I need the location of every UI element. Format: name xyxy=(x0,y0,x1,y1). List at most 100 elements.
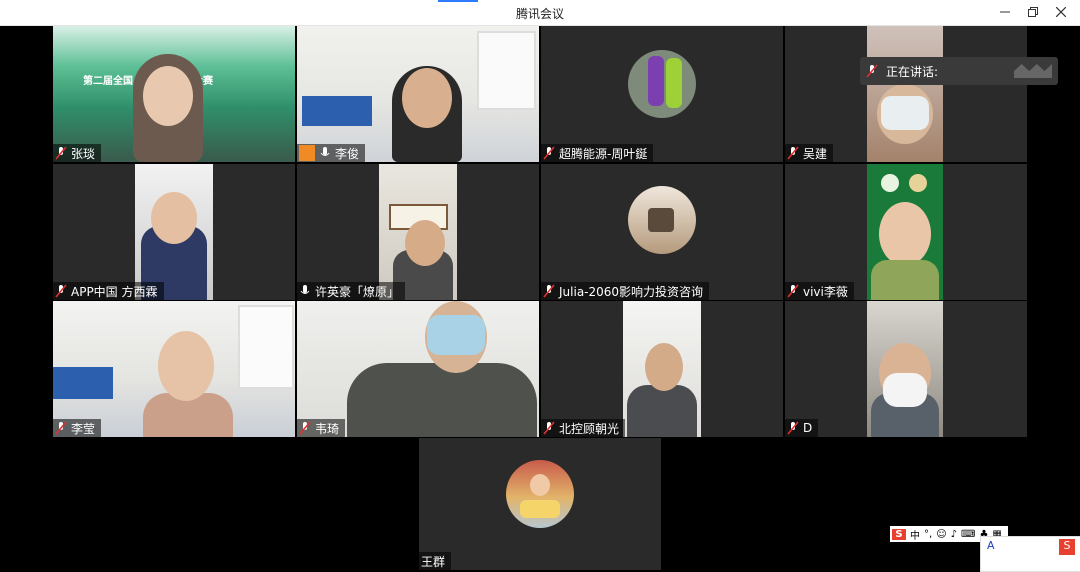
participant-name: 北控顾朝光 xyxy=(559,421,620,436)
window-controls xyxy=(996,3,1070,21)
participant-tile[interactable]: APP中国 方西霖 xyxy=(53,164,295,300)
mic-muted-icon xyxy=(55,284,67,298)
ime-logo: S xyxy=(892,528,906,540)
person-face xyxy=(402,68,452,128)
ime-input-box[interactable]: A S xyxy=(980,536,1080,572)
participant-name: D xyxy=(803,421,813,435)
participant-tile[interactable]: 许英豪「燎原」 xyxy=(297,164,539,300)
participant-name: 超腾能源-周叶鋋 xyxy=(559,146,648,161)
title-bar: 腾讯会议 xyxy=(0,0,1080,26)
participant-name: 李俊 xyxy=(335,146,360,161)
mic-muted-icon xyxy=(55,146,67,160)
participant-tile[interactable]: Julia-2060影响力投资咨询 xyxy=(541,164,783,300)
ime-logo-badge: S xyxy=(1059,539,1075,555)
nameplate: 北控顾朝光 xyxy=(541,419,626,437)
blue-sofa xyxy=(53,367,113,399)
video-feed xyxy=(867,301,943,437)
mic-muted-icon xyxy=(787,284,799,298)
participant-tile[interactable]: 超腾能源-周叶鋋 xyxy=(541,26,783,162)
participant-name: 张琰 xyxy=(71,146,96,161)
restore-icon xyxy=(1028,7,1038,17)
mic-icon xyxy=(320,147,330,156)
voice-icon[interactable]: ♪ xyxy=(951,529,957,540)
participant-tile[interactable]: vivi李薇 xyxy=(785,164,1027,300)
window-title: 腾讯会议 xyxy=(515,7,564,21)
logo-circle xyxy=(881,174,899,192)
person-face xyxy=(879,202,931,266)
keyboard-icon[interactable]: ⌨ xyxy=(961,529,975,540)
logo-circle xyxy=(909,174,927,192)
title-accent-line xyxy=(438,0,478,2)
emoji-icon[interactable]: ☺ xyxy=(936,529,946,540)
participant-tile[interactable]: 王群 xyxy=(419,438,661,570)
person-face xyxy=(158,331,214,401)
participant-tile[interactable]: 第二届全国…环科技创新大赛 张琰 xyxy=(53,26,295,162)
nameplate: 许英豪「燎原」 xyxy=(297,282,406,300)
participant-name: 王群 xyxy=(421,554,446,569)
person-face xyxy=(151,192,197,244)
nameplate: 李莹 xyxy=(53,419,102,437)
mic-icon xyxy=(300,285,310,294)
face-mask xyxy=(881,96,929,130)
nameplate: 韦琦 xyxy=(297,419,346,437)
mic-muted-icon xyxy=(787,421,799,435)
person-silhouette xyxy=(347,363,537,437)
avatar xyxy=(628,186,696,254)
participant-name: 许英豪「燎原」 xyxy=(315,284,400,299)
mic-muted-icon xyxy=(787,146,799,160)
nameplate: Julia-2060影响力投资咨询 xyxy=(541,282,710,300)
speaking-label: 正在讲话: xyxy=(886,64,939,79)
restore-button[interactable] xyxy=(1024,3,1042,21)
nameplate: 李俊 xyxy=(297,144,366,162)
nameplate: 超腾能源-周叶鋋 xyxy=(541,144,654,162)
person-silhouette xyxy=(871,260,939,300)
speaking-indicator: 正在讲话: xyxy=(860,57,1058,85)
mic-muted-icon xyxy=(55,421,67,435)
video-feed xyxy=(623,301,701,437)
person-face xyxy=(405,220,445,266)
minimize-button[interactable] xyxy=(996,3,1014,21)
window-pane xyxy=(238,305,294,389)
close-button[interactable] xyxy=(1052,3,1070,21)
participant-name: APP中国 方西霖 xyxy=(71,284,158,299)
video-feed xyxy=(297,26,539,162)
video-feed xyxy=(135,164,213,300)
avatar xyxy=(628,50,696,118)
participant-name: 韦琦 xyxy=(315,421,340,436)
face-mask xyxy=(883,373,927,407)
video-feed xyxy=(297,301,539,437)
person-silhouette xyxy=(627,385,697,437)
mic-muted-icon xyxy=(543,421,555,435)
participant-tile[interactable]: D xyxy=(785,301,1027,437)
person-face xyxy=(143,66,193,126)
nameplate: D xyxy=(785,419,819,437)
person-icon xyxy=(299,145,315,161)
minimize-icon xyxy=(1000,11,1010,13)
participant-tile[interactable]: 李莹 xyxy=(53,301,295,437)
nameplate: APP中国 方西霖 xyxy=(53,282,164,300)
video-feed xyxy=(53,301,295,437)
participant-tile[interactable]: 吴建 xyxy=(785,26,1027,162)
ime-mode[interactable]: 中 xyxy=(910,527,920,542)
mic-muted-icon xyxy=(543,284,555,298)
participant-tile[interactable]: 北控顾朝光 xyxy=(541,301,783,437)
participant-name: Julia-2060影响力投资咨询 xyxy=(559,284,704,299)
punctuation-icon[interactable]: °, xyxy=(924,529,932,540)
participant-tile[interactable]: 韦琦 xyxy=(297,301,539,437)
window-pane xyxy=(477,31,536,110)
video-feed: 第二届全国…环科技创新大赛 xyxy=(53,26,295,162)
participant-tile[interactable]: 李俊 xyxy=(297,26,539,162)
nameplate: 王群 xyxy=(419,552,452,570)
person-face xyxy=(645,343,683,391)
face-mask xyxy=(427,315,485,355)
blue-sofa xyxy=(302,96,372,126)
mic-muted-icon xyxy=(866,64,878,78)
participant-name: vivi李薇 xyxy=(803,284,848,299)
participant-name: 吴建 xyxy=(803,146,828,161)
video-feed xyxy=(867,164,943,300)
participant-name: 李莹 xyxy=(71,421,96,436)
avatar xyxy=(506,460,574,528)
nameplate: 吴建 xyxy=(785,144,834,162)
video-feed xyxy=(867,26,943,162)
video-feed xyxy=(379,164,457,300)
